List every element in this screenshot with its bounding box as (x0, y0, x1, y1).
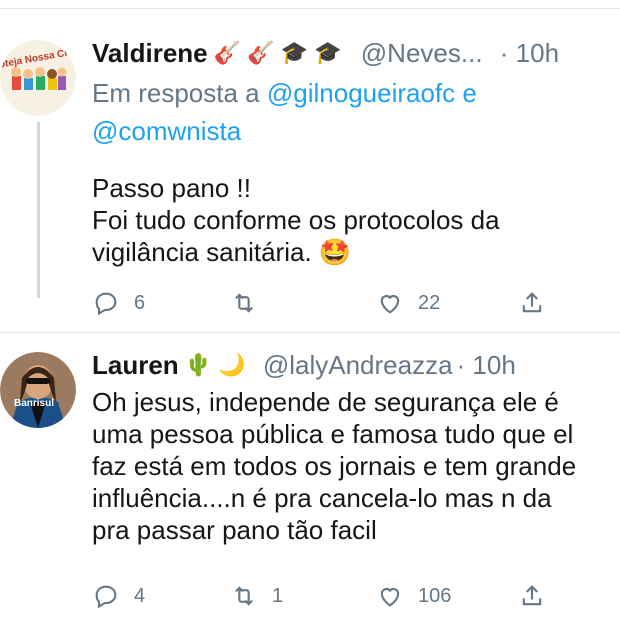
reply-context: Em resposta a @gilnogueiraofc e @comwnis… (92, 74, 620, 150)
retweet-button[interactable] (230, 286, 272, 320)
share-button[interactable] (518, 579, 560, 613)
avatar[interactable]: Proteja Nossa Crianças (0, 40, 76, 116)
like-button[interactable]: 22 (376, 286, 440, 320)
mention-link[interactable]: @gilnogueiraofc (267, 78, 455, 108)
reply-button[interactable]: 6 (92, 286, 145, 320)
retweet-icon (235, 586, 253, 606)
retweet-button[interactable]: 1 (230, 579, 283, 613)
retweet-count: 1 (272, 584, 284, 607)
tweet-header: Lauren 🌵 🌙 @lalyAndreazza · 10h (92, 348, 620, 382)
avatar-text: Banrisul (14, 398, 55, 409)
like-icon (380, 295, 400, 314)
display-name[interactable]: Valdirene (92, 38, 208, 68)
timestamp[interactable]: · 10h (457, 350, 516, 380)
name-emojis: 🌵 🌙 (184, 352, 246, 377)
reply-prefix: Em resposta a (92, 78, 260, 108)
user-handle[interactable]: @Neves... (361, 38, 483, 68)
top-divider (0, 0, 620, 9)
reply-icon (95, 292, 117, 316)
name-emojis: 🎸 🎸 🎓 🎓 (213, 40, 342, 65)
reply-count: 6 (134, 291, 146, 314)
retweet-icon (235, 293, 253, 313)
timestamp[interactable]: · 10h (500, 38, 559, 68)
reply-and: e (462, 78, 477, 108)
like-icon (380, 588, 400, 607)
tweet-actions: 6 22 (92, 286, 552, 320)
share-icon (522, 585, 542, 606)
tweet-actions: 4 1 106 (92, 579, 552, 613)
thread-line (37, 122, 40, 298)
share-button[interactable] (518, 286, 560, 320)
like-count: 22 (418, 291, 441, 314)
reply-count: 4 (134, 584, 146, 607)
mention-link[interactable]: @comwnista (92, 116, 241, 146)
reply-icon (95, 585, 117, 609)
tweet-divider (0, 332, 620, 333)
reply-button[interactable]: 4 (92, 579, 145, 613)
like-button[interactable]: 106 (376, 579, 451, 613)
tweet-header: Valdirene 🎸 🎸 🎓 🎓 @Neves... · 10h (92, 36, 620, 70)
tweet-text: Oh jesus, independe de segurança ele é u… (92, 387, 577, 545)
avatar[interactable]: Banrisul (0, 352, 76, 428)
tweet-text: Passo pano !! Foi tudo conforme os proto… (92, 173, 500, 267)
display-name[interactable]: Lauren (92, 350, 179, 380)
user-handle[interactable]: @lalyAndreazza (263, 350, 453, 380)
share-icon (522, 292, 542, 313)
like-count: 106 (418, 584, 452, 607)
